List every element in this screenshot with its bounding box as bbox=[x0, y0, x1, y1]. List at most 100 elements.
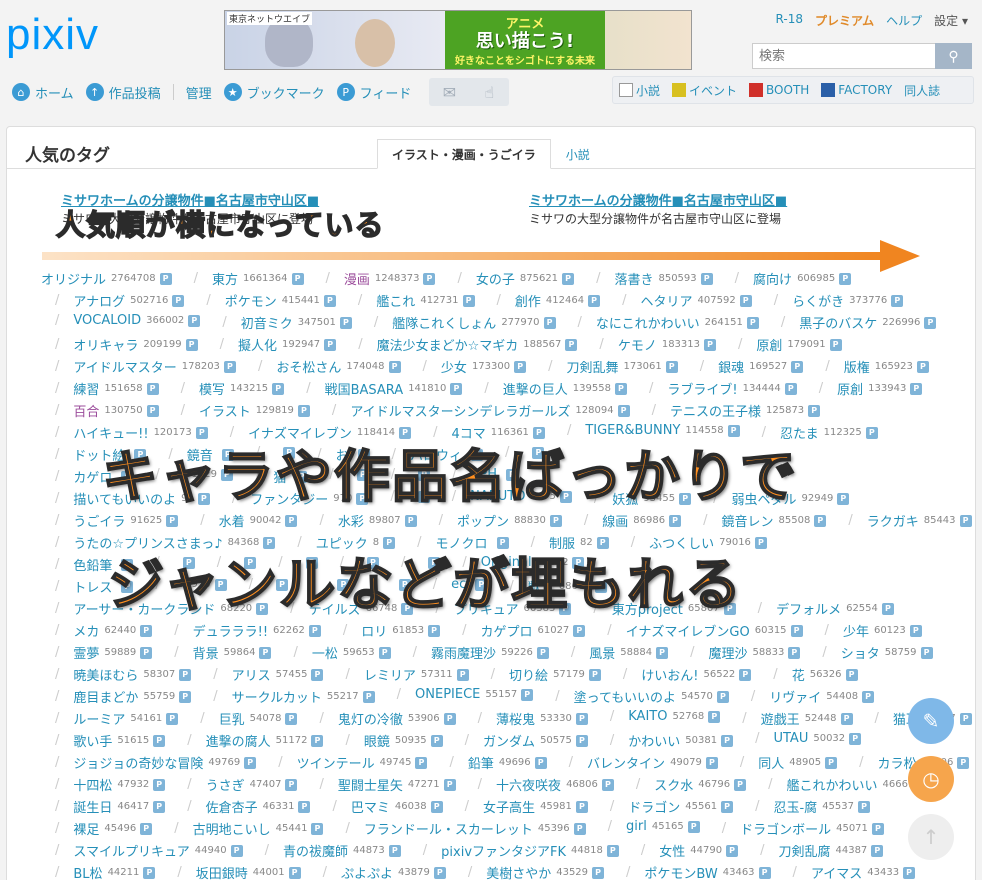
premium-search-icon[interactable]: P bbox=[543, 316, 556, 329]
premium-search-icon[interactable]: P bbox=[910, 382, 923, 395]
premium-search-icon[interactable]: P bbox=[959, 514, 972, 527]
tag-name[interactable]: 艦これ bbox=[376, 291, 415, 310]
tag-item[interactable]: / ジョジョの奇妙な冒険 49769 P bbox=[55, 753, 257, 772]
tag-item[interactable]: / ポケモン 415441 P bbox=[206, 291, 336, 310]
premium-search-icon[interactable]: P bbox=[140, 646, 153, 659]
tag-item[interactable]: / 誕生日 46417 P bbox=[55, 797, 166, 816]
tag-item[interactable]: / 塗ってもいいのよ 54570 P bbox=[555, 687, 729, 706]
tag-name[interactable]: 巨乳 bbox=[219, 709, 245, 728]
tag-item[interactable]: / 女性 44790 P bbox=[641, 841, 739, 860]
tag-name[interactable]: girl bbox=[626, 819, 647, 834]
premium-search-icon[interactable]: P bbox=[297, 404, 310, 417]
tag-name[interactable]: 水着 bbox=[219, 511, 245, 530]
premium-search-icon[interactable]: P bbox=[573, 822, 586, 835]
tag-name[interactable]: らくがき bbox=[792, 291, 844, 310]
tag-item[interactable]: / 巴マミ 46038 P bbox=[332, 797, 443, 816]
premium-search-icon[interactable]: P bbox=[172, 294, 185, 307]
tag-name[interactable]: 少女 bbox=[441, 357, 467, 376]
premium-search-icon[interactable]: P bbox=[153, 778, 166, 791]
tag-item[interactable]: / ツインテール 49745 P bbox=[278, 753, 428, 772]
premium-search-icon[interactable]: P bbox=[791, 360, 804, 373]
tag-name[interactable]: ドラゴンボール bbox=[740, 819, 831, 838]
tag-name[interactable]: 遊戯王 bbox=[761, 709, 800, 728]
tag-name[interactable]: 青の祓魔師 bbox=[283, 841, 348, 860]
tag-item[interactable]: / 刀剣乱腐 44387 P bbox=[760, 841, 884, 860]
tag-item[interactable]: / BL松 44211 P bbox=[55, 863, 156, 880]
tag-name[interactable]: デュラララ!! bbox=[193, 621, 268, 640]
premium-search-icon[interactable]: P bbox=[378, 646, 391, 659]
nav-doujin[interactable]: 同人誌 bbox=[904, 82, 940, 99]
premium-search-icon[interactable]: P bbox=[428, 624, 441, 637]
tag-name[interactable]: 霧雨魔理沙 bbox=[431, 643, 496, 662]
nav-bookmark[interactable]: ★ ブックマーク bbox=[223, 83, 325, 102]
tag-name[interactable]: 坂田銀時 bbox=[196, 863, 248, 880]
tag-item[interactable]: / アイドルマスター 178203 P bbox=[55, 357, 236, 376]
tag-item[interactable]: / VOCALOID 366002 P bbox=[55, 313, 201, 328]
premium-search-icon[interactable]: P bbox=[185, 338, 198, 351]
tag-name[interactable]: 聖闘士星矢 bbox=[338, 775, 403, 794]
tag-name[interactable]: 女子高生 bbox=[483, 797, 535, 816]
premium-search-icon[interactable]: P bbox=[143, 866, 156, 879]
tag-name[interactable]: デフォルメ bbox=[776, 599, 841, 618]
tag-name[interactable]: 風景 bbox=[589, 643, 615, 662]
mail-icon[interactable]: ✉ bbox=[429, 78, 469, 106]
premium-search-icon[interactable]: P bbox=[839, 272, 852, 285]
tag-name[interactable]: 少年 bbox=[843, 621, 869, 640]
tag-item[interactable]: / スマイルプリキュア 44940 P bbox=[55, 841, 243, 860]
tag-item[interactable]: / KAITO 52768 P bbox=[610, 709, 721, 724]
tag-item[interactable]: / 少年 60123 P bbox=[825, 621, 922, 640]
premium-search-icon[interactable]: P bbox=[311, 668, 324, 681]
tag-item[interactable]: / 眼鏡 50935 P bbox=[345, 731, 443, 750]
premium-search-icon[interactable]: P bbox=[881, 602, 894, 615]
premium-search-icon[interactable]: P bbox=[721, 734, 734, 747]
tag-name[interactable]: 初音ミク bbox=[241, 313, 293, 332]
tag-name[interactable]: スマイルプリキュア bbox=[73, 841, 189, 860]
tag-item[interactable]: / 魔法少女まどか☆マギカ 188567 P bbox=[358, 335, 578, 354]
premium-search-icon[interactable]: P bbox=[825, 756, 838, 769]
premium-search-icon[interactable]: P bbox=[862, 690, 875, 703]
premium-search-icon[interactable]: P bbox=[179, 690, 192, 703]
tag-item[interactable]: / 古明地こいし 45441 P bbox=[174, 819, 324, 838]
tag-item[interactable]: / イナズマイレブンGO 60315 P bbox=[607, 621, 803, 640]
tag-name[interactable]: 巴マミ bbox=[351, 797, 390, 816]
premium-search-icon[interactable]: P bbox=[430, 800, 443, 813]
tag-name[interactable]: 練習 bbox=[73, 379, 99, 398]
premium-search-icon[interactable]: P bbox=[959, 712, 972, 725]
premium-search-icon[interactable]: P bbox=[705, 756, 718, 769]
tag-item[interactable]: / 原創 133943 P bbox=[819, 379, 923, 398]
tag-item[interactable]: / 女子高生 45981 P bbox=[465, 797, 588, 816]
tag-name[interactable]: おそ松さん bbox=[276, 357, 341, 376]
premium-search-icon[interactable]: P bbox=[758, 866, 771, 879]
pixiv-logo[interactable]: pixiv bbox=[6, 10, 99, 60]
premium-search-icon[interactable]: P bbox=[521, 688, 534, 701]
tag-item[interactable]: / 練習 151658 P bbox=[55, 379, 159, 398]
tag-item[interactable]: / 黒子のバスケ 226996 P bbox=[781, 313, 937, 332]
tag-name[interactable]: ラブライブ! bbox=[667, 379, 737, 398]
scroll-top-button[interactable]: ↑ bbox=[908, 814, 954, 860]
premium-search-icon[interactable]: P bbox=[311, 822, 324, 835]
tag-item[interactable]: / 坂田銀時 44001 P bbox=[177, 863, 301, 880]
tag-name[interactable]: ポップン bbox=[457, 511, 509, 530]
premium-search-icon[interactable]: P bbox=[462, 294, 475, 307]
premium-search-icon[interactable]: P bbox=[788, 646, 801, 659]
pen-button[interactable]: ✎ bbox=[908, 698, 954, 744]
premium-search-icon[interactable]: P bbox=[924, 316, 937, 329]
tag-item[interactable]: / テニスの王子様 125873 P bbox=[652, 401, 821, 420]
tag-name[interactable]: レミリア bbox=[364, 665, 416, 684]
premium-search-icon[interactable]: P bbox=[323, 294, 336, 307]
tag-name[interactable]: サークルカット bbox=[232, 687, 322, 706]
premium-search-icon[interactable]: P bbox=[285, 514, 298, 527]
tag-item[interactable]: / 歌い手 51615 P bbox=[55, 731, 166, 750]
tag-item[interactable]: / リヴァイ 54408 P bbox=[751, 687, 875, 706]
tag-item[interactable]: / 暁美ほむら 58307 P bbox=[55, 665, 192, 684]
tag-name[interactable]: 艦これかわいい bbox=[786, 775, 877, 794]
tag-item[interactable]: / イラスト 129819 P bbox=[181, 401, 310, 420]
tag-name[interactable]: ONEPIECE bbox=[415, 687, 480, 702]
tag-item[interactable]: / 版権 165923 P bbox=[825, 357, 929, 376]
premium-search-icon[interactable]: P bbox=[514, 360, 527, 373]
premium-search-icon[interactable]: P bbox=[140, 624, 153, 637]
tag-name[interactable]: イナズマイレブンGO bbox=[626, 621, 750, 640]
premium-search-icon[interactable]: P bbox=[601, 778, 614, 791]
premium-search-icon[interactable]: P bbox=[790, 624, 803, 637]
tag-name[interactable]: ポケモン bbox=[225, 291, 277, 310]
